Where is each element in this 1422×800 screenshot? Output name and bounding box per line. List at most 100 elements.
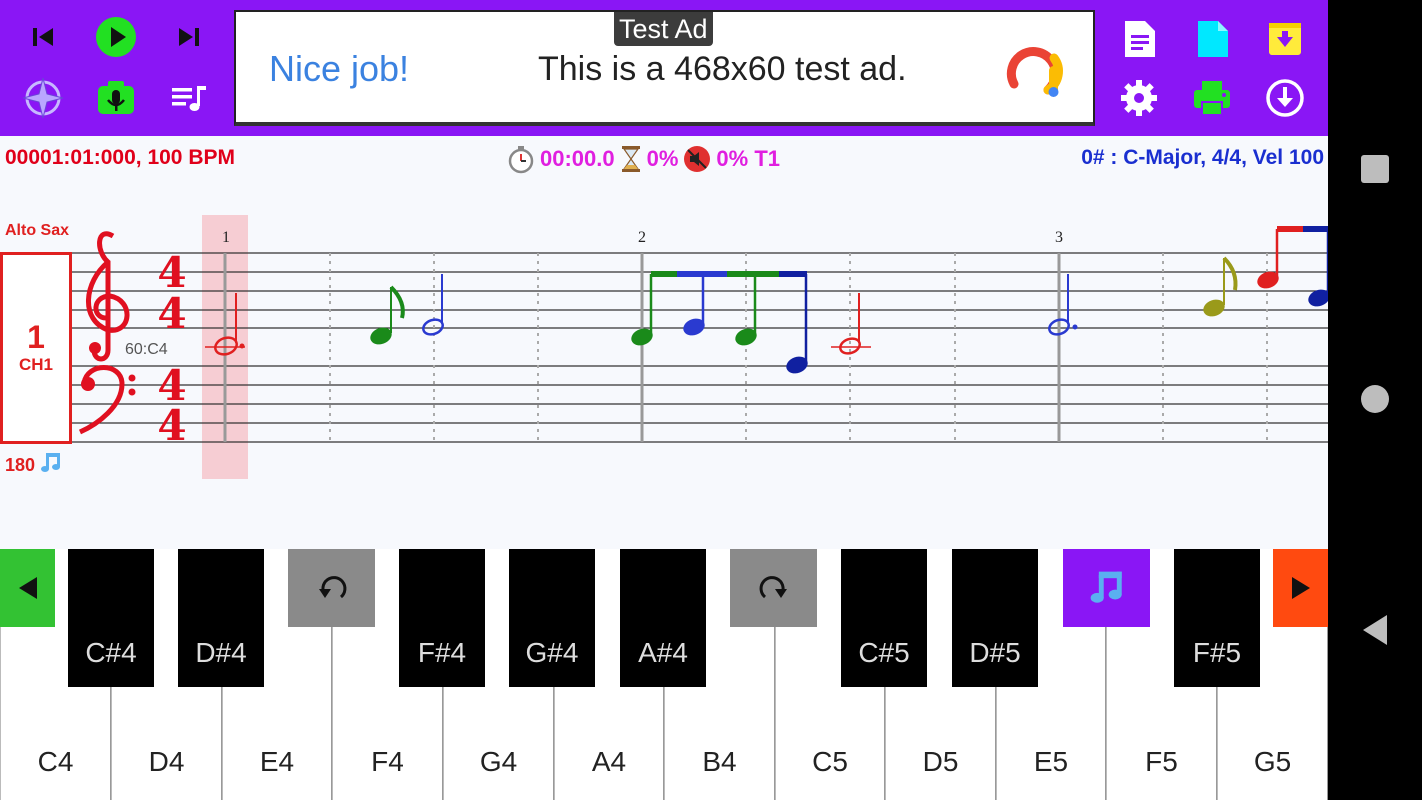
key-label: F#5	[1192, 637, 1242, 668]
staff-lines	[72, 252, 1328, 443]
ad-badge: Test Ad	[614, 12, 713, 46]
key-label: A4	[591, 746, 627, 777]
note-mode-button[interactable]	[1063, 549, 1150, 627]
play-button[interactable]	[91, 12, 141, 62]
record-button[interactable]	[91, 73, 141, 123]
key-label: F#4	[417, 637, 467, 668]
skip-previous-icon	[33, 28, 53, 46]
home-button[interactable]	[1328, 383, 1422, 415]
archive-icon	[1269, 23, 1301, 55]
key-label: F4	[371, 746, 404, 777]
key-label: C#5	[858, 637, 910, 668]
skip-previous-button[interactable]	[18, 12, 68, 62]
key-label: F5	[1145, 746, 1178, 777]
beamed-note-group[interactable]	[629, 271, 810, 376]
timer-value: 00:00.0	[540, 146, 615, 171]
print-icon	[1194, 81, 1230, 116]
playlist-icon	[172, 86, 206, 111]
bar-lines	[223, 253, 1061, 442]
scroll-right-button[interactable]	[1273, 549, 1328, 627]
status-indicators: 00:00.0 0% 0% T1	[506, 144, 780, 174]
piano-key-f-sharp-4[interactable]: F#4	[399, 549, 485, 687]
document-button[interactable]	[1114, 14, 1164, 64]
key-signature-info: 0# : C-Major, 4/4, Vel 100	[1081, 146, 1324, 169]
recents-square-icon	[1361, 155, 1389, 183]
key-label: D#4	[195, 637, 247, 668]
key-label: D4	[148, 746, 185, 777]
undo-button[interactable]	[288, 549, 375, 627]
note[interactable]	[368, 285, 405, 347]
scroll-right-icon	[1291, 577, 1310, 599]
measure-number: 2	[638, 229, 646, 246]
new-file-icon	[1198, 21, 1228, 57]
mute-icon	[684, 146, 711, 172]
back-triangle-icon	[1363, 615, 1387, 645]
piano-key-f-sharp-5[interactable]: F#5	[1174, 549, 1260, 687]
undo-icon	[318, 576, 346, 599]
ad-headline: Nice job!	[269, 48, 410, 89]
ad-logo-icon	[1006, 47, 1063, 97]
mute-value: 0% T1	[716, 146, 781, 171]
key-label: A#4	[638, 637, 688, 668]
key-label: E4	[259, 746, 295, 777]
time-sig-bottom: 4	[157, 401, 186, 450]
key-label: C#4	[85, 637, 137, 668]
archive-button[interactable]	[1260, 14, 1310, 64]
ad-banner[interactable]: Test Ad Nice job! This is a 468x60 test …	[234, 10, 1095, 126]
score-staff[interactable]: 1 2 3 4 4 4 4 60:C4	[0, 200, 1328, 490]
hourglass-icon	[621, 146, 640, 172]
playback-position: 00001:01:000, 100 BPM	[5, 146, 235, 169]
piano-key-c-sharp-4[interactable]: C#4	[68, 549, 154, 687]
document-icon	[1125, 21, 1155, 57]
scroll-left-icon	[18, 577, 37, 599]
toolbar: Test Ad Nice job! This is a 468x60 test …	[0, 0, 1328, 136]
note-label: 60:C4	[125, 341, 168, 358]
compass-button[interactable]	[18, 73, 68, 123]
time-sig-bottom: 4	[157, 289, 186, 338]
back-button[interactable]	[1328, 613, 1422, 647]
piano-key-a-sharp-4[interactable]: A#4	[620, 549, 706, 687]
key-label: E5	[1033, 746, 1069, 777]
camera-mic-icon	[98, 81, 134, 114]
redo-button[interactable]	[730, 549, 817, 627]
piano-keyboard: C4 D4 E4 F4 G4 A4 B4 C5 D5 E5 F5 G5 C#4 …	[0, 549, 1328, 800]
ad-text: This is a 468x60 test ad.	[538, 50, 907, 88]
redo-icon	[759, 576, 787, 599]
app-root: Test Ad Nice job! This is a 468x60 test …	[0, 0, 1328, 800]
key-label: D#5	[969, 637, 1021, 668]
progress-value: 0%	[646, 146, 679, 171]
play-icon	[96, 17, 136, 57]
playlist-button[interactable]	[164, 73, 214, 123]
bass-clef-icon	[78, 365, 136, 435]
measure-number: 3	[1055, 229, 1063, 246]
skip-next-icon	[179, 28, 199, 46]
key-label: G4	[479, 746, 518, 777]
settings-button[interactable]	[1114, 73, 1164, 123]
key-label: D5	[922, 746, 959, 777]
stopwatch-icon	[508, 146, 534, 174]
new-file-button[interactable]	[1187, 14, 1237, 64]
measure-number: 1	[222, 229, 230, 246]
key-label: C4	[37, 746, 74, 777]
beamed-note-group[interactable]	[1255, 226, 1328, 309]
beat-lines	[329, 253, 1268, 442]
key-label: B4	[702, 746, 737, 777]
print-button[interactable]	[1187, 73, 1237, 123]
piano-key-d-sharp-5[interactable]: D#5	[952, 549, 1038, 687]
recents-button[interactable]	[1328, 153, 1422, 185]
key-label: C5	[812, 746, 848, 777]
home-circle-icon	[1361, 385, 1389, 413]
download-icon	[1266, 79, 1304, 117]
compass-icon	[22, 77, 64, 119]
piano-key-c-sharp-5[interactable]: C#5	[841, 549, 927, 687]
piano-key-g-sharp-4[interactable]: G#4	[509, 549, 595, 687]
piano-key-d-sharp-4[interactable]: D#4	[178, 549, 264, 687]
settings-icon	[1121, 80, 1157, 116]
key-label: G#4	[525, 637, 579, 668]
download-button[interactable]	[1260, 73, 1310, 123]
scroll-left-button[interactable]	[0, 549, 55, 627]
skip-next-button[interactable]	[164, 12, 214, 62]
system-navigation-bar	[1328, 0, 1422, 800]
key-label: G5	[1253, 746, 1292, 777]
music-note-icon	[1090, 571, 1122, 603]
